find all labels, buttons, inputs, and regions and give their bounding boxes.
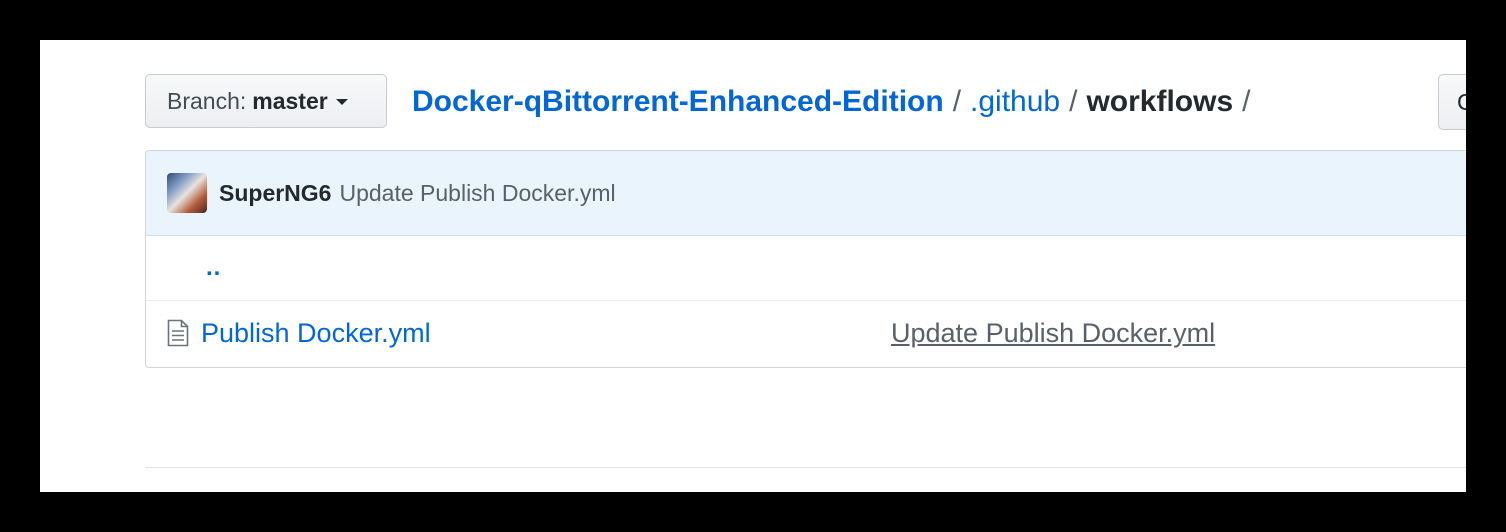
breadcrumb-separator: / bbox=[952, 85, 962, 118]
file-text-icon bbox=[167, 319, 189, 347]
browser-window: Branch: master Docker-qBittorrent-Enhanc… bbox=[40, 40, 1466, 492]
table-row: Publish Docker.yml Update Publish Docker… bbox=[146, 301, 1466, 366]
breadcrumb-current: workflows bbox=[1086, 85, 1234, 118]
breadcrumb-repo-link[interactable]: Docker-qBittorrent-Enhanced-Edition bbox=[412, 85, 944, 119]
caret-down-icon bbox=[335, 99, 348, 105]
breadcrumb-github-link[interactable]: .github bbox=[970, 85, 1060, 119]
branch-prefix-label: Branch: bbox=[167, 87, 247, 114]
breadcrumb-separator: / bbox=[1069, 85, 1078, 118]
file-list: SuperNG6 Update Publish Docker.yml .. Pu… bbox=[145, 150, 1466, 368]
file-name-link[interactable]: Publish Docker.yml bbox=[201, 318, 431, 349]
breadcrumb: Docker-qBittorrent-Enhanced-Edition / .g… bbox=[412, 80, 1260, 124]
branch-name-label: master bbox=[252, 87, 328, 114]
divider bbox=[145, 467, 1466, 468]
create-file-button[interactable]: C bbox=[1438, 74, 1466, 130]
create-file-button-label: C bbox=[1457, 89, 1466, 115]
file-commit-message-link[interactable]: Update Publish Docker.yml bbox=[891, 318, 1215, 349]
commit-author-link[interactable]: SuperNG6 bbox=[219, 180, 331, 207]
latest-commit-bar: SuperNG6 Update Publish Docker.yml bbox=[146, 151, 1466, 236]
parent-directory-row: .. bbox=[146, 236, 1466, 301]
parent-directory-link[interactable]: .. bbox=[206, 254, 221, 282]
avatar[interactable] bbox=[167, 173, 207, 213]
branch-select-button[interactable]: Branch: master bbox=[145, 74, 387, 128]
breadcrumb-separator: / bbox=[1242, 85, 1251, 118]
commit-message-link[interactable]: Update Publish Docker.yml bbox=[339, 180, 615, 207]
